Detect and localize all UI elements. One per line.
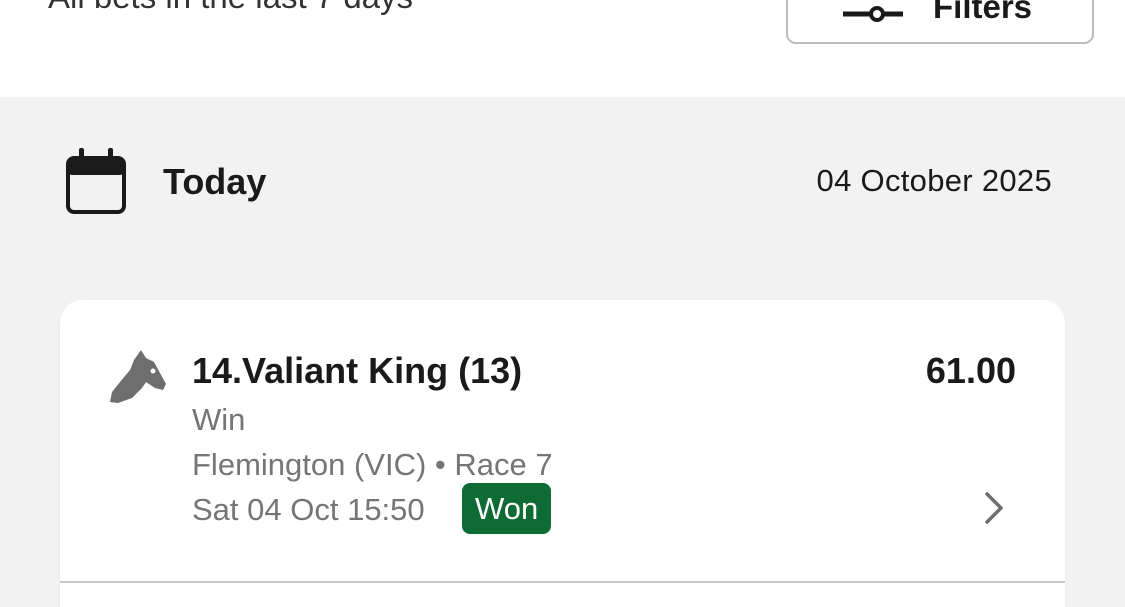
bets-list: Today 04 October 2025 14.Valiant King (1… xyxy=(0,97,1125,607)
race-time: Sat 04 Oct 15:50 xyxy=(192,492,425,527)
day-label: Today xyxy=(163,161,267,202)
bet-odds: 61.00 xyxy=(925,350,1016,391)
chevron-right-icon[interactable] xyxy=(983,490,1005,526)
slider-icon xyxy=(843,6,903,22)
day-date: 04 October 2025 xyxy=(816,163,1052,198)
status-badge: Won xyxy=(462,483,552,534)
filters-label: Filters xyxy=(933,0,1033,25)
race-info: Flemington (VIC) • Race 7 xyxy=(192,447,553,482)
horse-icon xyxy=(110,350,166,403)
filters-button[interactable]: Filters xyxy=(786,0,1094,44)
bet-card[interactable]: 14.Valiant King (13) 61.00 Win Flemingto… xyxy=(60,300,1065,607)
bet-type: Win xyxy=(192,402,246,437)
calendar-icon xyxy=(66,148,126,214)
runner-name: 14.Valiant King (13) xyxy=(192,350,523,391)
day-group-header: Today 04 October 2025 xyxy=(0,97,1125,267)
top-bar: All bets in the last 7 days Filters xyxy=(0,0,1125,97)
card-divider xyxy=(60,581,1065,583)
bets-period-subtitle: All bets in the last 7 days xyxy=(48,0,413,16)
